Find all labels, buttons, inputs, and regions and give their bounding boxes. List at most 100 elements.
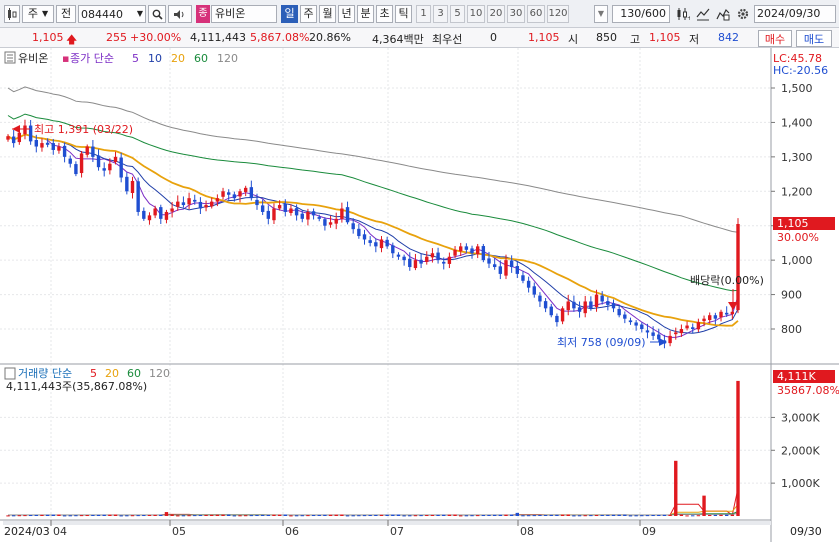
price-volume-chart[interactable]: 8009001,0001,1001,2001,3001,4001,500 1,0… — [0, 48, 839, 542]
candle-body — [232, 194, 237, 199]
candle-body — [164, 211, 169, 220]
volume-bar — [606, 514, 610, 516]
chart-icon[interactable] — [4, 5, 20, 23]
volume-bar — [413, 515, 418, 517]
volume-bar — [102, 514, 106, 516]
volume-bar — [600, 514, 604, 516]
svg-text:+: + — [687, 15, 690, 21]
ma-legend-120: 120 — [217, 52, 238, 65]
candle-body — [724, 312, 729, 315]
volume-bar — [594, 515, 599, 517]
price-tick-label: 1,000 — [781, 254, 813, 267]
code-input[interactable] — [79, 7, 137, 21]
candle-body — [113, 156, 118, 163]
count-value: 130/600 — [620, 7, 666, 20]
stock-name-field[interactable]: 유비온 — [211, 5, 277, 23]
candle-body — [577, 307, 582, 312]
volume-bar — [210, 514, 214, 516]
volume-bar — [368, 515, 372, 517]
current-price: 1,105 — [32, 31, 64, 44]
volume-bar — [691, 515, 695, 517]
prev-label: 전 — [60, 7, 72, 20]
period-button-0[interactable]: 일 — [281, 5, 298, 23]
interval-button-60[interactable]: 60 — [527, 5, 545, 23]
period-button-6[interactable]: 틱 — [395, 5, 412, 23]
volume-bar — [294, 515, 299, 517]
volume-tick-label: 1,000K — [781, 477, 820, 490]
drawing-tool-icon[interactable] — [694, 5, 712, 23]
volume-bar — [334, 514, 338, 516]
candle-body — [509, 260, 514, 268]
volume-bar — [204, 514, 208, 516]
candle-body — [187, 198, 191, 205]
candle-body — [413, 260, 418, 269]
interval-button-20[interactable]: 20 — [487, 5, 505, 23]
candle-body — [198, 201, 203, 209]
volume-bar — [45, 514, 50, 516]
interval-button-5[interactable]: 5 — [450, 5, 465, 23]
prev-button[interactable]: 전 — [56, 5, 76, 23]
compare-chart-icon[interactable] — [714, 5, 732, 23]
candle-body — [238, 191, 242, 197]
volume-bar — [566, 514, 570, 516]
period-button-2[interactable]: 월 — [319, 5, 336, 23]
volume-bar — [68, 515, 72, 517]
interval-button-1[interactable]: 1 — [416, 5, 431, 23]
period-button-4[interactable]: 분 — [357, 5, 374, 23]
volume-bar — [549, 514, 553, 516]
period-button-1[interactable]: 주 — [300, 5, 317, 23]
volume-bar — [300, 515, 304, 517]
period-button-3[interactable]: 년 — [338, 5, 355, 23]
dividend-annotation: 배당락(0.00%) — [690, 274, 764, 287]
volume-bar — [532, 515, 536, 517]
volume-bar — [328, 514, 333, 516]
date-field[interactable]: 2024/09/30 — [754, 5, 836, 23]
interval-dropdown[interactable]: ▼ — [594, 5, 608, 23]
volume-bar — [28, 515, 33, 517]
buy-button[interactable]: 매수 — [758, 30, 792, 47]
candle-body — [498, 266, 503, 274]
candle-body — [442, 261, 446, 264]
chart-area[interactable]: 8009001,0001,1001,2001,3001,4001,500 1,0… — [0, 48, 839, 542]
candle-body — [136, 181, 140, 212]
volume-bar — [323, 514, 327, 516]
volume-bar — [306, 515, 310, 517]
high-price: 1,105 — [649, 31, 681, 44]
candle-body — [391, 245, 395, 254]
candle-body — [419, 259, 423, 264]
search-button[interactable] — [148, 5, 166, 23]
volume-bar — [289, 515, 293, 517]
period-button-5[interactable]: 초 — [376, 5, 393, 23]
candle-body — [555, 315, 559, 323]
candle-body — [453, 249, 457, 256]
count-field[interactable]: 130/600 — [612, 5, 670, 23]
candle-body — [255, 199, 259, 206]
candle-body — [645, 330, 650, 333]
candle-body — [651, 332, 655, 336]
sell-button[interactable]: 매도 — [796, 30, 832, 47]
candle-body — [277, 205, 282, 209]
code-input-box[interactable]: ▼ — [78, 5, 146, 23]
candle-body — [487, 258, 491, 264]
candle-body — [306, 211, 310, 220]
volume-panel-menu-icon[interactable] — [4, 367, 16, 380]
volume-bar — [396, 514, 401, 516]
volume-bar — [142, 515, 146, 517]
volume-bar — [79, 515, 84, 517]
current-volume-pct: 35867.08% — [777, 384, 839, 397]
interval-button-120[interactable]: 120 — [547, 5, 569, 23]
gear-icon[interactable] — [734, 5, 752, 23]
chart-type-select[interactable]: 주 ▼ — [22, 5, 54, 23]
candle-body — [606, 301, 610, 305]
candle-body — [176, 201, 180, 207]
candle-body — [691, 327, 695, 329]
interval-button-3[interactable]: 3 — [433, 5, 448, 23]
volume-bar — [651, 515, 655, 517]
interval-button-30[interactable]: 30 — [507, 5, 525, 23]
candle-body — [628, 320, 633, 323]
high-label: 고 — [630, 33, 641, 46]
volume-bar — [130, 515, 135, 517]
interval-button-10[interactable]: 10 — [467, 5, 485, 23]
candle-style-icon[interactable]: + — [674, 5, 692, 23]
sound-button[interactable] — [168, 5, 192, 23]
